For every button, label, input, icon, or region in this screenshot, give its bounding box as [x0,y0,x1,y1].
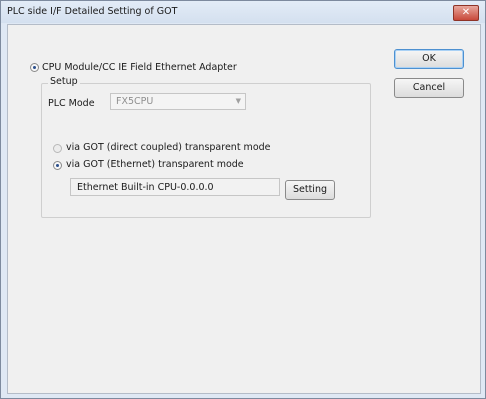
cpu-module-radio[interactable] [30,63,39,72]
setting-button[interactable]: Setting [285,180,335,200]
ok-button[interactable]: OK [394,49,464,69]
ethernet-transparent-radio[interactable] [53,161,62,170]
cpu-module-label: CPU Module/CC IE Field Ethernet Adapter [42,62,237,73]
close-button[interactable]: ✕ [453,5,479,21]
plc-mode-select[interactable]: FX5CPU ▼ [110,93,246,110]
dialog-body: OK Cancel CPU Module/CC IE Field Etherne… [7,24,481,394]
chevron-down-icon: ▼ [235,97,241,105]
close-icon: ✕ [461,7,471,18]
title-bar[interactable]: PLC side I/F Detailed Setting of GOT ✕ [1,1,485,23]
window-title: PLC side I/F Detailed Setting of GOT [7,6,178,17]
setup-group-title: Setup [48,76,80,87]
ethernet-transparent-label: via GOT (Ethernet) transparent mode [66,159,244,170]
direct-coupled-radio[interactable] [53,144,62,153]
plc-mode-value: FX5CPU [116,96,154,107]
dialog-window: PLC side I/F Detailed Setting of GOT ✕ O… [0,0,486,399]
direct-coupled-label: via GOT (direct coupled) transparent mod… [66,142,271,153]
plc-mode-label: PLC Mode [48,98,95,109]
cancel-button[interactable]: Cancel [394,78,464,98]
ethernet-target-field[interactable]: Ethernet Built-in CPU-0.0.0.0 [70,178,280,196]
ethernet-target-value: Ethernet Built-in CPU-0.0.0.0 [77,182,214,193]
